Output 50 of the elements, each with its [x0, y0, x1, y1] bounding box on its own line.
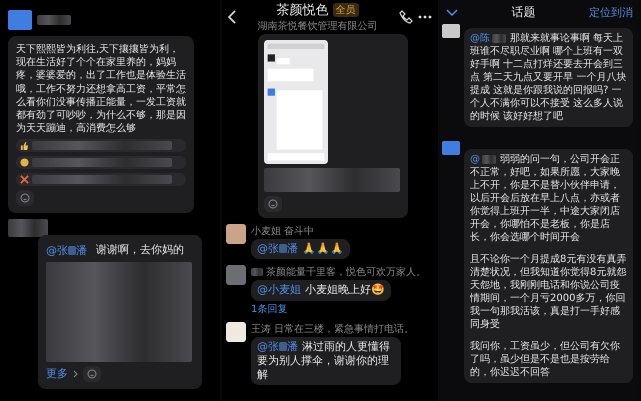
status-text: 茶颜能量千里客，悦色可欢万家人。: [266, 266, 426, 280]
add-reaction-button[interactable]: [264, 196, 282, 212]
blurred-avatar: [8, 10, 32, 30]
message-text: 谢谢啊，去你妈的: [96, 242, 184, 258]
smiley-icon: [87, 368, 97, 379]
blurred-name: [251, 268, 263, 276]
group-badge: 全员: [332, 3, 358, 17]
blurred-name: [37, 15, 71, 25]
reaction-icon: [20, 175, 29, 184]
status-text: 日常在三楼，紧急事情打电话。: [274, 322, 414, 336]
message-text: @张 潘 淋过雨的人更懂得要为别人撑伞，谢谢你的理解: [257, 340, 391, 382]
add-reaction-button[interactable]: [83, 366, 101, 382]
status-text: 奋斗中: [284, 224, 314, 238]
message-text: @ 弱弱的问一句，公司开会正不正常，好吧，如果所愿，大家晚上不开，你是不是替小伙伴申请，以后开会后放在早上八点，亦或者你觉得上班开一半，中途大家闭店开会，你哪怕不是老板，你是店长，你会选哪个时间开会: [470, 153, 621, 244]
avatar-placeholder: [226, 224, 246, 244]
smiley-icon: [20, 193, 30, 204]
blurred-avatar: [442, 24, 460, 38]
reaction-icon: [20, 158, 29, 168]
chevron-right-icon: [73, 370, 78, 378]
replies-link[interactable]: 1条回复: [251, 302, 426, 316]
back-icon[interactable]: [228, 10, 236, 24]
sender-name: 小麦姐: [251, 224, 281, 238]
avatar-placeholder: [226, 265, 246, 286]
message-text: @陈 那就来就事论事啊 每天上班谁不尽职尽业啊 哪个上班有一双好手啊 十二点打烊还要去开会到三点 第二天九点又要开早 一个月八块提成 这就是你跟我说的回报吗? 一个人不满你可以不接受 这么多人说的时候 该好好想了吧: [470, 32, 627, 123]
sender-name: 王涛: [251, 322, 271, 336]
panel-title: 话题: [512, 4, 536, 20]
phone-icon[interactable]: [399, 10, 413, 24]
message-text: @张 潘 🙏🙏🙏: [257, 242, 344, 256]
message-text: 且不论你一个月提成8元有没有真弄清楚状况，但我知道你觉得8元就怨天怨地，我刚刚电话和你说公司疫情期间，一个月亏2000多万，你回我一句那我活该，真是打一手好感同身受: [470, 253, 627, 331]
mention-link[interactable]: @陈: [470, 33, 506, 44]
smiley-icon: [268, 199, 278, 209]
avatar-placeholder: [226, 322, 246, 342]
mention-link[interactable]: @张 潘: [257, 340, 298, 353]
chat-title: 茶颜悦色: [276, 2, 328, 19]
more-link[interactable]: 更多: [46, 366, 68, 382]
blurred-avatar: [8, 219, 48, 238]
mention-link[interactable]: @张 潘: [46, 242, 87, 258]
mention-link[interactable]: @: [470, 154, 496, 165]
chat-subtitle: 湖南茶悦餐饮管理有限公司: [258, 20, 378, 33]
blurred-avatar: [442, 141, 460, 155]
message-text: @小麦姐 小麦姐晚上好🤩: [257, 283, 385, 298]
message-text: 天下熙熙皆为利往,天下攘攘皆为利，现在生活好了个个在家里养的，妈妈疼，婆婆爱的，出了工作也是体验生活哦，工作不努力还想拿高工资，平常怎么看你们没事传播正能量，一发工资就都有劲了可吵吵，为什么不够，那是因为天天蹦迪，高消费怎么够: [16, 43, 186, 136]
chevron-down-icon[interactable]: [446, 8, 458, 16]
message-text: 我问你，工资虽少，但公司有欠你了吗，虽少但是不是也是按劳给的，你迟迟不回答: [470, 340, 621, 379]
add-reaction-button[interactable]: [16, 190, 34, 206]
more-icon[interactable]: [418, 15, 432, 19]
locate-message-link[interactable]: 定位到消: [589, 4, 633, 20]
reaction-icon: [20, 141, 29, 150]
mention-link[interactable]: @小麦姐: [257, 283, 301, 296]
mention-link[interactable]: @张 潘: [257, 242, 298, 255]
